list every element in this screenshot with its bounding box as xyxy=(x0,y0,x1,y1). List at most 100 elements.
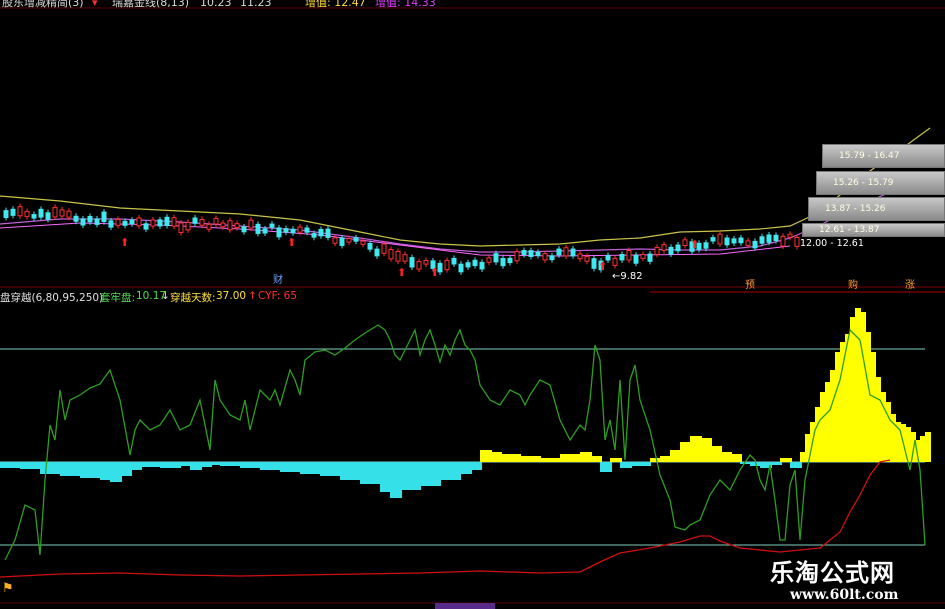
candle xyxy=(388,246,394,262)
candle xyxy=(591,255,597,272)
histogram-bar xyxy=(166,462,169,468)
histogram-bar xyxy=(175,462,178,468)
histogram-bar xyxy=(720,452,723,462)
candle xyxy=(521,247,527,258)
histogram-bar xyxy=(52,462,55,474)
target-zone-label: 13.87 - 15.26 xyxy=(825,204,886,214)
histogram-bar xyxy=(639,462,642,466)
histogram-bar xyxy=(463,462,466,474)
candle xyxy=(395,248,401,265)
histogram-bar xyxy=(60,462,63,476)
candle xyxy=(507,255,513,266)
candle xyxy=(661,241,667,254)
watermark-url: www.60lt.com xyxy=(790,587,899,603)
candle xyxy=(647,251,653,265)
histogram-bar xyxy=(575,454,578,462)
histogram-bar xyxy=(479,462,482,470)
histogram-bar xyxy=(280,462,283,472)
histogram-bar xyxy=(599,456,602,462)
histogram-bar xyxy=(380,462,383,492)
histogram-bar xyxy=(332,462,335,476)
candle xyxy=(360,238,366,248)
candle xyxy=(227,217,233,233)
candle xyxy=(318,226,324,239)
buy-arrow-icon: ⬆ xyxy=(397,266,406,279)
histogram-bar xyxy=(786,458,789,462)
histogram-bar xyxy=(306,462,309,474)
candle xyxy=(206,221,212,233)
histogram-bar xyxy=(432,462,435,486)
stock-chart-window: 股东增减精简(3) ▾ 瑞嘉金线(8,13) 10.23 11.23 增值: 1… xyxy=(0,0,945,609)
event-marker[interactable]: 财 xyxy=(273,274,283,287)
histogram-bar xyxy=(733,454,736,462)
histogram-bar xyxy=(326,462,329,476)
histogram-bar xyxy=(396,462,399,498)
histogram-bar xyxy=(140,462,143,467)
histogram-bar xyxy=(375,462,378,484)
candle xyxy=(640,251,646,262)
signal-tag-buy: 购 xyxy=(848,280,858,291)
histogram-bar xyxy=(136,462,139,470)
histogram-bar xyxy=(363,462,366,484)
histogram-bar xyxy=(23,462,26,469)
candle xyxy=(80,215,86,229)
histogram-bar xyxy=(95,462,98,478)
histogram-bar xyxy=(452,462,455,480)
histogram-bar xyxy=(503,454,506,462)
histogram-bar xyxy=(15,462,18,468)
histogram-bar xyxy=(590,456,593,462)
histogram-bar xyxy=(535,456,538,462)
candle xyxy=(563,244,569,259)
candle xyxy=(444,257,450,273)
histogram-bar xyxy=(409,462,412,490)
candle xyxy=(612,255,618,269)
histogram-bar xyxy=(596,456,599,462)
histogram-bar xyxy=(343,462,346,480)
cost-arrow-icon: ↓ xyxy=(161,290,170,302)
histogram-bar xyxy=(653,458,656,462)
indicator-name: 盘穿越(6,80,95,250) xyxy=(0,292,104,304)
histogram-bar xyxy=(130,462,133,470)
histogram-bar xyxy=(232,462,235,466)
histogram-bar xyxy=(683,442,686,462)
histogram-bar xyxy=(780,458,783,462)
candle xyxy=(675,242,681,254)
candle xyxy=(451,255,457,268)
histogram-bar xyxy=(740,462,743,464)
histogram-bar xyxy=(496,452,499,462)
histogram-bar xyxy=(546,458,549,462)
candle xyxy=(185,219,191,233)
histogram-bar xyxy=(6,462,9,468)
histogram-bar xyxy=(426,462,429,486)
candle xyxy=(73,213,79,225)
candle xyxy=(570,246,576,259)
histogram-bar xyxy=(870,352,873,462)
candle xyxy=(325,226,331,241)
histogram-bar xyxy=(113,462,116,482)
candle xyxy=(248,217,254,232)
histogram-bar xyxy=(283,462,286,472)
histogram-bar xyxy=(825,382,828,462)
histogram-bar xyxy=(55,462,58,474)
histogram-bar xyxy=(555,458,558,462)
histogram-bar xyxy=(543,458,546,462)
histogram-bar xyxy=(275,462,278,470)
candle xyxy=(528,247,534,260)
histogram-bar xyxy=(713,446,716,462)
histogram-bar xyxy=(840,342,843,462)
candle xyxy=(724,235,730,248)
histogram-bar xyxy=(805,434,808,462)
histogram-bar xyxy=(776,462,779,465)
days-value: 37.00 xyxy=(216,290,247,302)
histogram-bar xyxy=(636,462,639,466)
histogram-bar xyxy=(190,462,193,470)
candle xyxy=(136,214,142,229)
watermark-site-name: 乐淘公式网 xyxy=(770,558,895,587)
histogram-bar xyxy=(200,462,203,467)
candle xyxy=(619,251,625,263)
histogram-bar xyxy=(443,462,446,480)
candle xyxy=(794,234,800,250)
histogram-bar xyxy=(295,462,298,472)
histogram-bar xyxy=(26,462,29,469)
histogram-bar xyxy=(252,462,255,468)
